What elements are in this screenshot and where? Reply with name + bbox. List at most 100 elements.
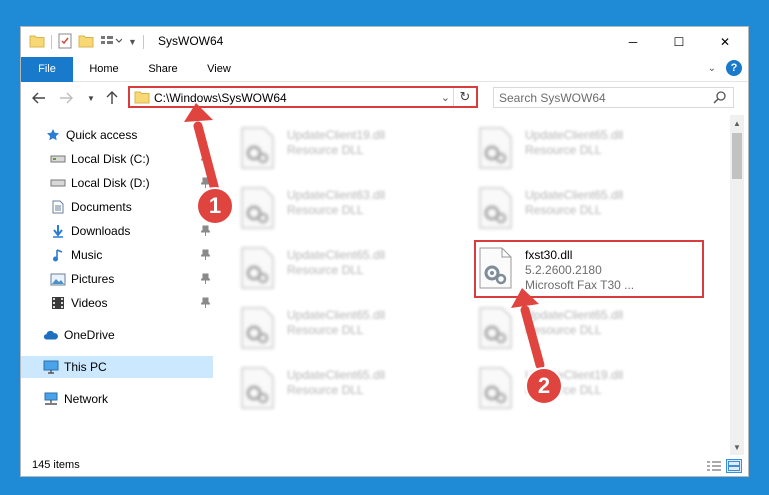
search-box xyxy=(493,87,734,108)
file-item[interactable]: UpdateClient65.dll Resource DLL xyxy=(221,243,441,297)
quick-access-toolbar: ▼ xyxy=(29,33,144,51)
minimize-button[interactable]: ─ xyxy=(610,27,656,57)
pin-icon[interactable] xyxy=(199,273,212,287)
pin-icon[interactable] xyxy=(199,249,212,263)
video-icon xyxy=(50,295,66,311)
file-item[interactable]: UpdateClient19.dll Resource DLL xyxy=(459,363,679,417)
file-item[interactable]: UpdateClient65.dll Resource DLL xyxy=(459,303,679,357)
file-item[interactable]: UpdateClient65.dll Resource DLL xyxy=(221,303,441,357)
navigation-pane: Quick access Local Disk (C:) Local Disk … xyxy=(21,119,213,449)
folder-icon xyxy=(134,91,150,107)
pin-icon[interactable] xyxy=(199,225,212,239)
vertical-scrollbar[interactable]: ▲ ▼ xyxy=(730,115,744,455)
arrow-up-icon xyxy=(106,91,118,104)
properties-icon[interactable] xyxy=(58,33,72,52)
toolbar-separator xyxy=(51,35,52,49)
refresh-button[interactable]: ↻ xyxy=(453,88,476,106)
sidebar-item-local-disk-d[interactable]: Local Disk (D:) xyxy=(21,172,213,194)
drive-icon xyxy=(50,151,66,167)
customize-toolbar-icon[interactable] xyxy=(100,34,123,51)
scroll-up-icon[interactable]: ▲ xyxy=(730,115,744,131)
file-item[interactable]: UpdateClient65.dll Resource DLL xyxy=(459,183,679,237)
highlight-box-file xyxy=(474,240,704,298)
sidebar-item-network[interactable]: Network xyxy=(21,388,213,410)
dll-file-icon xyxy=(239,247,275,289)
file-item[interactable]: UpdateClient63.dll Resource DLL xyxy=(221,183,441,237)
tab-share[interactable]: Share xyxy=(137,57,189,81)
drive-icon xyxy=(50,175,66,191)
tiles-view-icon xyxy=(728,461,740,471)
forward-button[interactable] xyxy=(56,88,76,108)
scroll-down-icon[interactable]: ▼ xyxy=(730,439,744,455)
sidebar-item-onedrive[interactable]: OneDrive xyxy=(21,324,213,346)
dll-file-icon xyxy=(477,127,513,169)
document-icon xyxy=(50,199,66,215)
maximize-button[interactable]: ☐ xyxy=(656,27,702,57)
toolbar-separator xyxy=(142,35,144,49)
search-icon[interactable] xyxy=(713,90,727,107)
window-title: SysWOW64 xyxy=(158,34,224,48)
annotation-badge-1: 1 xyxy=(196,187,234,225)
scroll-thumb[interactable] xyxy=(732,133,742,179)
sidebar-item-music[interactable]: Music xyxy=(21,244,213,266)
explorer-window: ▼ SysWOW64 ─ ☐ ✕ File Home Share View ⌄ … xyxy=(20,26,749,477)
tab-home[interactable]: Home xyxy=(79,57,129,81)
tab-view[interactable]: View xyxy=(197,57,241,81)
pin-icon[interactable] xyxy=(199,297,212,311)
folder-icon xyxy=(29,34,45,51)
refresh-icon: ↻ xyxy=(459,89,471,104)
details-view-button[interactable] xyxy=(706,459,722,473)
pin-icon[interactable] xyxy=(199,153,212,167)
chevron-down-icon[interactable]: ▼ xyxy=(128,37,137,47)
sidebar-item-videos[interactable]: Videos xyxy=(21,292,213,314)
help-icon[interactable]: ? xyxy=(726,60,742,76)
close-icon: ✕ xyxy=(719,35,731,49)
cloud-icon xyxy=(43,327,59,343)
dll-file-icon xyxy=(239,367,275,409)
download-icon xyxy=(50,223,66,239)
address-bar[interactable]: C:\Windows\SysWOW64 ⌄ ↻ xyxy=(128,86,478,108)
arrow-right-icon xyxy=(60,92,73,104)
chevron-down-icon[interactable]: ⌄ xyxy=(441,91,450,104)
computer-icon xyxy=(43,359,59,375)
sidebar-item-this-pc[interactable]: This PC xyxy=(21,356,213,378)
status-bar: 145 items xyxy=(21,455,748,476)
dll-file-icon xyxy=(239,307,275,349)
address-path: C:\Windows\SysWOW64 xyxy=(154,91,287,105)
expand-ribbon-icon[interactable]: ⌄ xyxy=(708,63,716,74)
star-icon xyxy=(45,127,61,143)
file-item[interactable]: UpdateClient19.dll Resource DLL xyxy=(221,123,441,177)
sidebar-item-quick-access[interactable]: Quick access xyxy=(21,124,213,146)
arrow-left-icon xyxy=(32,92,45,104)
dll-file-icon xyxy=(239,127,275,169)
file-item[interactable]: UpdateClient65.dll Resource DLL xyxy=(459,123,679,177)
dll-file-icon xyxy=(477,307,513,349)
details-view-icon xyxy=(707,461,721,471)
sidebar-item-local-disk-c[interactable]: Local Disk (C:) xyxy=(21,148,213,170)
title-bar: ▼ SysWOW64 ─ ☐ ✕ xyxy=(21,27,748,57)
tiles-view-button[interactable] xyxy=(726,459,742,473)
recent-locations-button[interactable]: ▼ xyxy=(81,88,101,108)
search-input[interactable] xyxy=(499,89,699,106)
maximize-icon: ☐ xyxy=(673,35,685,49)
view-switcher xyxy=(706,459,742,473)
close-button[interactable]: ✕ xyxy=(702,27,748,57)
ribbon-right-controls: ⌄ ? xyxy=(708,60,742,76)
sidebar-item-pictures[interactable]: Pictures xyxy=(21,268,213,290)
dll-file-icon xyxy=(239,187,275,229)
new-folder-icon[interactable] xyxy=(78,34,94,51)
ribbon-tabs: File Home Share View ⌄ ? xyxy=(21,57,748,111)
back-button[interactable] xyxy=(29,88,49,108)
sidebar-item-downloads[interactable]: Downloads xyxy=(21,220,213,242)
music-icon xyxy=(50,247,66,263)
sidebar-item-documents[interactable]: Documents xyxy=(21,196,213,218)
window-controls: ─ ☐ ✕ xyxy=(610,27,748,57)
item-count: 145 items xyxy=(32,459,80,471)
dll-file-icon xyxy=(477,187,513,229)
network-icon xyxy=(43,391,59,407)
chevron-down-icon: ▼ xyxy=(87,93,95,103)
file-item[interactable]: UpdateClient65.dll Resource DLL xyxy=(221,363,441,417)
minimize-icon: ─ xyxy=(628,35,638,49)
up-button[interactable] xyxy=(102,88,122,108)
pictures-icon xyxy=(50,271,66,287)
